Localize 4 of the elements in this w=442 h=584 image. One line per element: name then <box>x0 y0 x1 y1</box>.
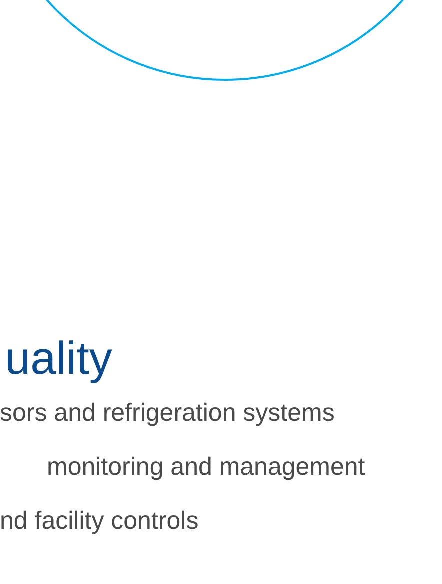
body-text: nd facility controls <box>0 506 199 537</box>
body-text: sors and refrigeration systems <box>0 398 335 429</box>
body-text: monitoring and management <box>46 452 366 483</box>
section-heading: uality <box>4 331 112 386</box>
